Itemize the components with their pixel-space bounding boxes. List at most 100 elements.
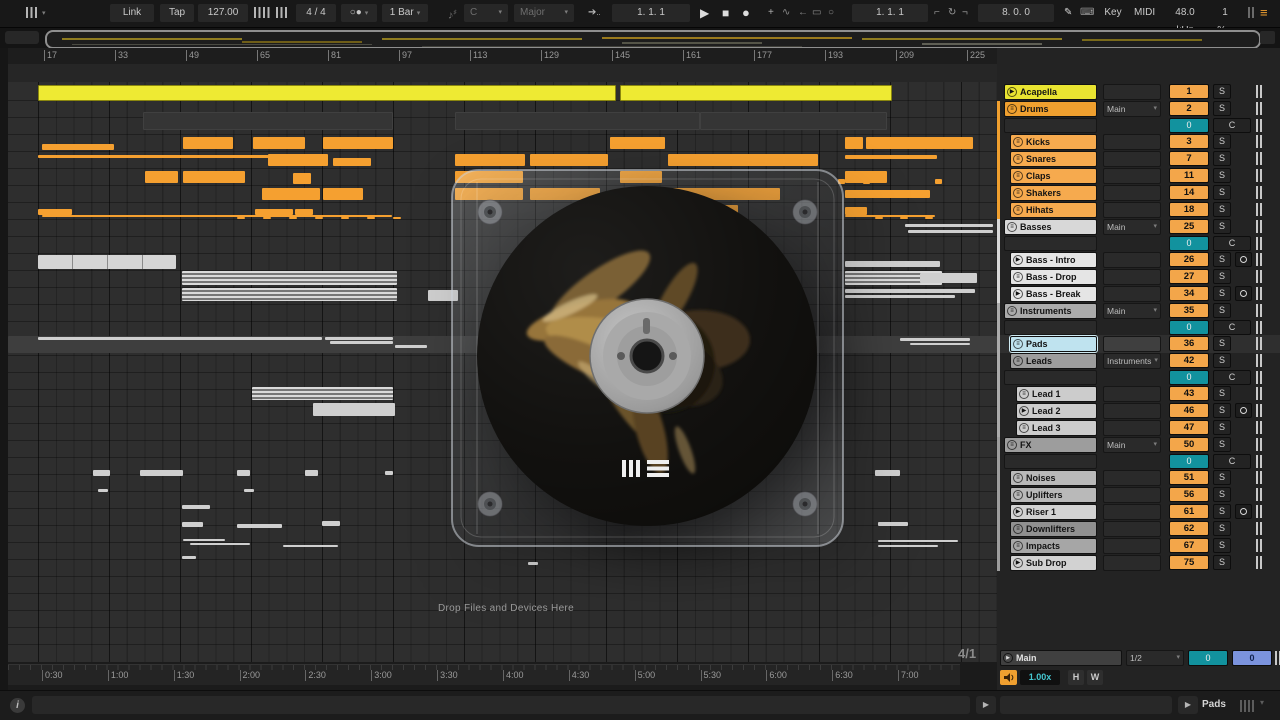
arrangement-clip[interactable] (395, 345, 427, 348)
arrangement-clip[interactable] (183, 171, 245, 183)
solo-button[interactable]: S (1213, 403, 1231, 418)
solo-button[interactable]: S (1213, 386, 1231, 401)
arrangement-clip[interactable] (42, 144, 114, 150)
track-routing-menu[interactable]: Main▾ (1103, 437, 1161, 453)
track-play-icon[interactable]: ▶ (1013, 558, 1023, 568)
track-number-box[interactable]: 1 (1169, 84, 1209, 99)
track-header-instruments[interactable]: ≡Instruments (1004, 303, 1097, 319)
track-number-box[interactable]: 3 (1169, 134, 1209, 149)
arrangement-clip[interactable] (263, 217, 271, 219)
clip-lines-icon[interactable]: ≡ (1013, 171, 1023, 181)
solo-button[interactable]: S (1213, 487, 1231, 502)
main-level[interactable]: 0 (1232, 650, 1272, 666)
arrangement-clip[interactable] (38, 85, 616, 101)
track-input-box[interactable] (1103, 470, 1161, 486)
arrangement-clip[interactable] (905, 224, 993, 227)
solo-button[interactable]: S (1213, 420, 1231, 435)
track-input-box[interactable] (1103, 286, 1161, 302)
arrangement-clip[interactable] (845, 190, 930, 198)
group-input-box[interactable] (1004, 236, 1097, 251)
crossfade-assign-button[interactable]: C (1213, 370, 1251, 385)
group-fold-icon[interactable]: ≡ (1007, 104, 1017, 114)
arrangement-clip[interactable] (98, 489, 108, 492)
arrangement-clip[interactable] (38, 337, 322, 340)
track-number-box[interactable]: 25 (1169, 219, 1209, 234)
track-input-box[interactable] (1103, 538, 1161, 554)
group-input-box[interactable] (1004, 118, 1097, 133)
track-routing-menu[interactable]: Main▾ (1103, 219, 1161, 235)
clip-lines-icon[interactable]: ≡ (1013, 272, 1023, 282)
track-header-claps[interactable]: ≡Claps (1010, 168, 1097, 184)
clip-lines-icon[interactable]: ≡ (1013, 188, 1023, 198)
track-input-box[interactable] (1103, 487, 1161, 503)
track-input-box[interactable] (1103, 386, 1161, 402)
clip-lines-icon[interactable]: ≡ (1013, 473, 1023, 483)
computer-midi-keyboard-icon[interactable]: ⌨ (1080, 4, 1094, 22)
arrangement-clip[interactable] (530, 154, 608, 166)
solo-button[interactable]: S (1213, 353, 1231, 368)
crossfade-assign-button[interactable]: C (1213, 118, 1251, 133)
track-number-box[interactable]: 47 (1169, 420, 1209, 435)
track-number-box[interactable]: 18 (1169, 202, 1209, 217)
solo-button[interactable]: S (1213, 538, 1231, 553)
arrangement-clip[interactable] (341, 217, 349, 219)
arrangement-clip[interactable] (183, 539, 225, 541)
track-number-box[interactable]: 35 (1169, 303, 1209, 318)
clip-lines-icon[interactable]: ≡ (1013, 490, 1023, 500)
playback-speed-field[interactable]: 1.00x (1020, 670, 1060, 685)
solo-button[interactable]: S (1213, 252, 1231, 267)
meter-dropdown-icon[interactable]: ▾ (1260, 698, 1264, 707)
track-routing-menu[interactable]: Instruments▾ (1103, 353, 1161, 369)
arrangement-clip[interactable] (528, 562, 538, 565)
clip-lines-icon[interactable]: ≡ (1013, 205, 1023, 215)
main-quantize-menu[interactable]: 1/2▾ (1126, 650, 1184, 666)
track-input-box[interactable] (1103, 202, 1161, 218)
arrangement-clip[interactable] (393, 217, 401, 219)
track-header-lead-2[interactable]: ▶Lead 2 (1016, 403, 1097, 419)
track-number-box[interactable]: 50 (1169, 437, 1209, 452)
arrangement-clip[interactable] (845, 295, 955, 298)
track-header-bass-intro[interactable]: ▶Bass - Intro (1010, 252, 1097, 268)
solo-button[interactable]: S (1213, 84, 1231, 99)
arrangement-clip[interactable] (385, 471, 393, 475)
group-input-box[interactable] (1004, 370, 1097, 385)
track-header-bass-break[interactable]: ▶Bass - Break (1010, 286, 1097, 302)
track-number-box[interactable]: 26 (1169, 252, 1209, 267)
solo-button[interactable]: S (1213, 286, 1231, 301)
arrangement-clip[interactable] (237, 524, 282, 528)
track-number-box[interactable]: 67 (1169, 538, 1209, 553)
track-play-icon[interactable]: ▶ (1013, 289, 1023, 299)
clip-status-badge[interactable] (1235, 504, 1252, 519)
solo-button[interactable]: S (1213, 437, 1231, 452)
clip-status-badge[interactable] (1235, 252, 1252, 267)
main-cue-level[interactable]: 0 (1188, 650, 1228, 666)
arrangement-clip[interactable] (42, 215, 392, 217)
clip-lines-icon[interactable]: ≡ (1013, 339, 1023, 349)
track-header-lead-1[interactable]: ≡Lead 1 (1016, 386, 1097, 402)
track-header-fx[interactable]: ≡FX (1004, 437, 1097, 453)
arrangement-clip[interactable] (323, 137, 393, 149)
arrangement-clip[interactable] (182, 556, 196, 559)
arrangement-clip[interactable] (237, 217, 245, 219)
solo-button[interactable]: S (1213, 470, 1231, 485)
track-number-box[interactable]: 75 (1169, 555, 1209, 570)
arrangement-clip[interactable] (268, 154, 328, 166)
main-track-header[interactable]: ▶ Main (1000, 650, 1122, 666)
arrangement-clip[interactable] (866, 137, 973, 149)
clip-lines-icon[interactable]: ≡ (1013, 524, 1023, 534)
group-input-box[interactable] (1004, 320, 1097, 335)
track-number-box[interactable]: 2 (1169, 101, 1209, 116)
track-play-icon[interactable]: ▶ (1019, 406, 1029, 416)
key-map-button[interactable]: Key (1098, 4, 1128, 22)
track-number-box[interactable]: 27 (1169, 269, 1209, 284)
arrangement-clip[interactable] (182, 522, 203, 527)
overview-right-box[interactable] (1260, 31, 1275, 44)
track-header-lead-3[interactable]: ≡Lead 3 (1016, 420, 1097, 436)
arrangement-clip[interactable] (140, 470, 183, 476)
arrangement-clip[interactable] (190, 543, 250, 545)
track-number-box[interactable]: 56 (1169, 487, 1209, 502)
arrangement-clip[interactable] (910, 343, 970, 345)
track-routing-menu[interactable]: Main▾ (1103, 303, 1161, 319)
track-header-impacts[interactable]: ≡Impacts (1010, 538, 1097, 554)
group-cue-value[interactable]: 0 (1169, 370, 1209, 385)
